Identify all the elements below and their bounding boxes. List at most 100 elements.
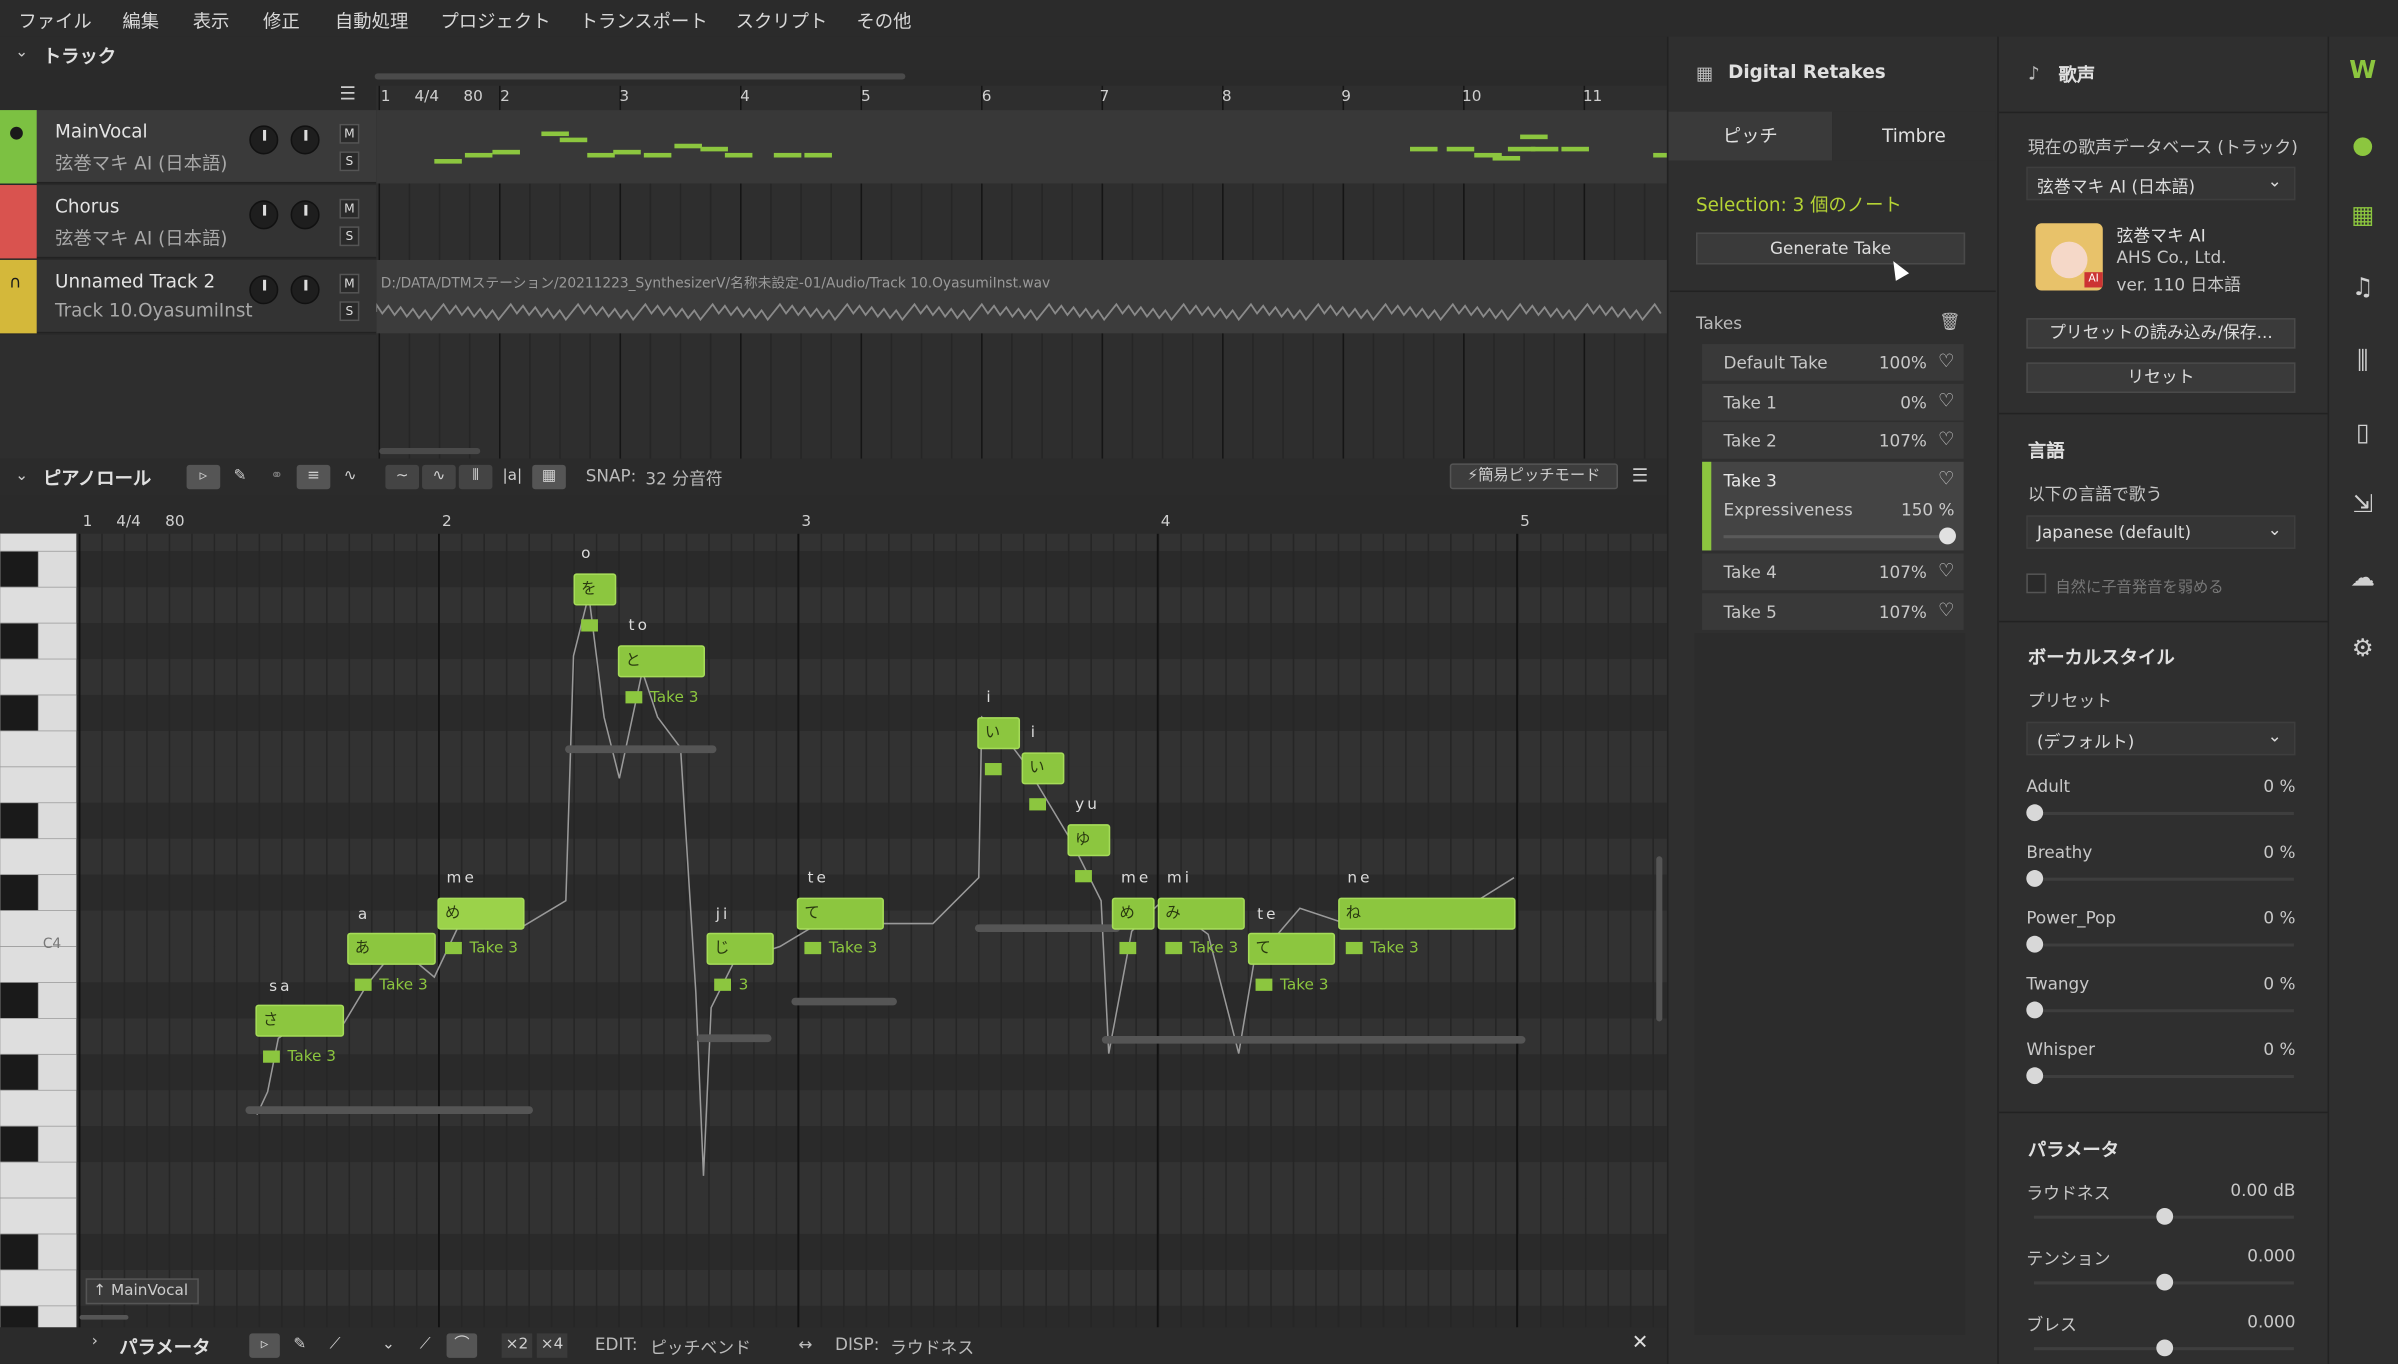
note[interactable]: ゆ (1067, 824, 1111, 857)
expressiveness-track[interactable] (1723, 535, 1947, 539)
note[interactable]: い (1021, 752, 1065, 785)
note[interactable]: じ (706, 932, 774, 965)
black-key[interactable] (0, 982, 39, 1019)
language-select[interactable]: Japanese (default) ⌄ (2026, 515, 2296, 549)
link-tool-icon[interactable]: ⚭ (260, 465, 294, 489)
waveform-icon[interactable]: ⦀ (458, 464, 493, 490)
parameter-slider-thumb[interactable] (2156, 1273, 2174, 1291)
menu-script[interactable]: スクリプト (736, 8, 828, 34)
piano-roll-grid[interactable] (76, 533, 1667, 1331)
note[interactable]: て (1247, 932, 1336, 965)
weaken-consonant-checkbox[interactable] (2026, 573, 2047, 594)
arrangement-h-scrollbar[interactable] (379, 448, 481, 455)
expand-chevron-icon[interactable]: › (92, 1333, 98, 1350)
black-key[interactable] (0, 694, 39, 732)
take-row[interactable]: Take 2 107% ♡ (1702, 422, 1964, 459)
note[interactable]: ね (1338, 897, 1516, 930)
pitch-curve-icon[interactable]: ∿ (333, 465, 367, 489)
microphone-icon[interactable]: ● (2346, 130, 2380, 164)
solo-button[interactable]: S (339, 226, 360, 247)
style-preset-select[interactable]: (デフォルト) ⌄ (2026, 721, 2296, 756)
vocal-style-slider-thumb[interactable] (2026, 935, 2044, 953)
note[interactable]: め (1111, 897, 1155, 930)
pointer-tool-icon[interactable]: ▹ (186, 464, 221, 490)
music-note-icon[interactable]: ♫ (2346, 272, 2380, 306)
solo-button[interactable]: S (339, 301, 360, 322)
vocal-style-slider[interactable] (2033, 1009, 2294, 1013)
vocal-style-slider-thumb[interactable] (2026, 1001, 2044, 1019)
vocal-style-slider[interactable] (2033, 943, 2294, 947)
piano-roll-canvas[interactable] (76, 533, 1667, 1331)
black-key[interactable] (0, 1053, 39, 1091)
vocal-style-slider[interactable] (2033, 811, 2294, 816)
piano-roll-h-scrollbar[interactable] (79, 1315, 129, 1320)
trash-icon[interactable]: 🗑 (1939, 312, 1960, 332)
zoom-x4-button[interactable]: ×4 (536, 1333, 568, 1358)
heart-icon[interactable]: ♡ (1938, 599, 1954, 620)
white-key[interactable] (0, 1089, 77, 1127)
note[interactable]: を (573, 573, 617, 606)
white-key[interactable] (0, 658, 77, 696)
vocal-style-slider[interactable] (2033, 1074, 2294, 1079)
heart-icon[interactable]: ♡ (1938, 428, 1954, 449)
track-chorus[interactable]: Chorus 弦巻マキ AI (日本語) M S (0, 185, 377, 259)
pan-knob[interactable] (290, 200, 320, 230)
expressiveness-thumb[interactable] (1939, 527, 1956, 545)
gear-icon[interactable]: ⚙ (2346, 633, 2380, 667)
white-key[interactable] (0, 1161, 77, 1199)
pitch-show-icon[interactable]: ∼ (385, 464, 420, 490)
heart-icon[interactable]: ♡ (1938, 390, 1954, 411)
take-row[interactable]: Take 5 107% ♡ (1702, 593, 1964, 630)
black-key[interactable] (0, 550, 39, 588)
note[interactable]: さ (255, 1004, 345, 1037)
reset-button[interactable]: リセット (2026, 362, 2296, 393)
export-icon[interactable]: ⇲ (2346, 489, 2380, 523)
smooth-tool-icon[interactable]: ⟋ (410, 1333, 441, 1357)
pointer-tool-icon[interactable]: ▹ (249, 1333, 280, 1358)
snap-value[interactable]: 32 分音符 (645, 466, 722, 490)
take-row-selected[interactable]: Take 3 ♡ Expressiveness 150 % (1702, 461, 1964, 551)
mute-button[interactable]: M (339, 123, 360, 144)
menu-transport[interactable]: トランスポート (580, 8, 708, 34)
generate-take-button[interactable]: Generate Take (1695, 232, 1966, 265)
easy-pitch-mode-button[interactable]: ⚡簡易ピッチモード (1449, 463, 1618, 490)
note[interactable]: て (796, 897, 884, 930)
black-key[interactable] (0, 1233, 39, 1271)
heart-icon[interactable]: ♡ (1938, 350, 1954, 371)
white-key[interactable] (0, 533, 77, 552)
white-key[interactable] (0, 910, 77, 947)
note[interactable]: い (977, 717, 1021, 750)
line-tool-icon[interactable]: ⟋ (320, 1333, 351, 1357)
clapper-icon[interactable]: ▦ (2346, 200, 2380, 234)
tab-pitch[interactable]: ピッチ (1668, 111, 1833, 161)
parameter-slider-thumb[interactable] (2156, 1339, 2174, 1357)
piano-keyboard[interactable]: C4 (0, 533, 77, 1331)
curve-tool-icon[interactable]: ⌄ (373, 1333, 404, 1357)
note[interactable]: め (437, 897, 525, 930)
take-row[interactable]: Take 4 107% ♡ (1702, 553, 1964, 591)
menu-modify[interactable]: 修正 (263, 8, 300, 34)
mute-button[interactable]: M (339, 273, 360, 294)
retake-clapper-icon[interactable]: ▦ (532, 464, 566, 490)
pen-tool-icon[interactable]: ✎ (223, 465, 257, 489)
note[interactable]: と (617, 645, 706, 678)
swap-icon[interactable]: ↔ (798, 1335, 812, 1355)
white-key[interactable] (0, 1017, 77, 1055)
menu-view[interactable]: 表示 (193, 8, 230, 34)
arrangement-scrollbar[interactable] (374, 73, 906, 80)
white-key[interactable] (0, 1269, 77, 1307)
book-icon[interactable]: ▯ (2346, 417, 2380, 451)
heart-icon[interactable]: ♡ (1938, 560, 1954, 581)
vocal-style-slider-thumb[interactable] (2026, 804, 2044, 822)
heart-icon[interactable]: ♡ (1938, 468, 1954, 489)
pan-knob[interactable] (290, 275, 320, 305)
white-key[interactable] (0, 730, 77, 768)
pan-knob[interactable] (290, 125, 320, 155)
menu-edit[interactable]: 編集 (122, 8, 159, 34)
take-row[interactable]: Take 1 0% ♡ (1702, 383, 1964, 421)
preset-load-save-button[interactable]: プリセットの読み込み/保存... (2026, 318, 2296, 349)
black-key[interactable] (0, 622, 39, 660)
cloud-icon[interactable]: ☁ (2346, 563, 2380, 597)
white-key[interactable] (0, 586, 77, 624)
vocal-style-slider[interactable] (2033, 877, 2294, 881)
